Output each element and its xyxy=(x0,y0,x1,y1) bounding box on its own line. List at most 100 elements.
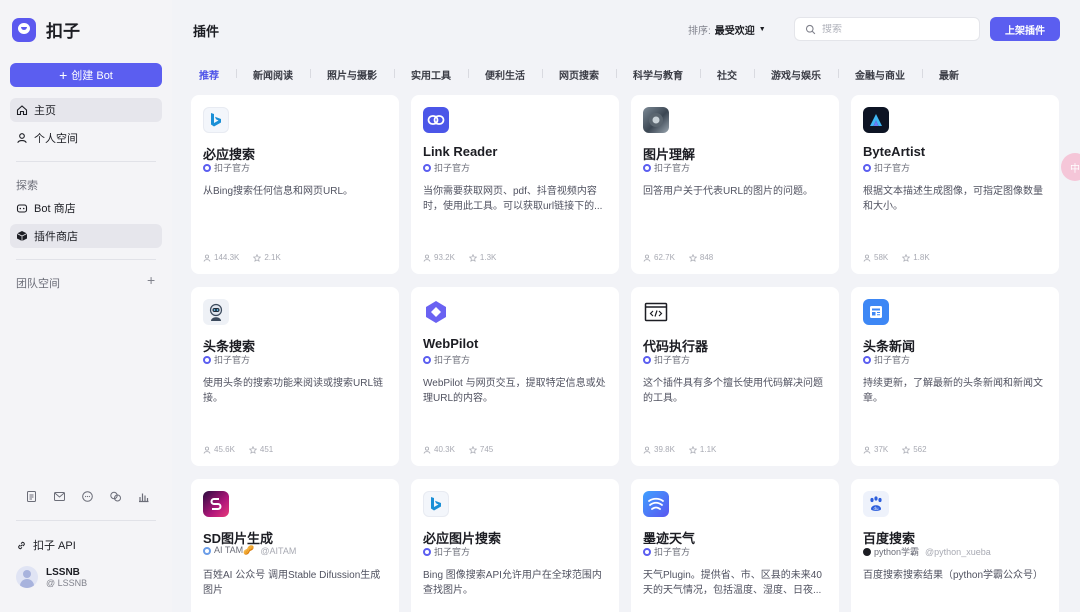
plugin-card[interactable]: 头条搜索 扣子官方 使用头条的搜索功能来阅读或搜索URL链接。 45.6K 45… xyxy=(191,287,399,466)
card-title: WebPilot xyxy=(423,336,479,351)
card-author: 扣子官方 xyxy=(863,353,910,366)
logo[interactable]: 扣子 xyxy=(12,17,80,42)
tab-lifestyle[interactable]: 便利生活 xyxy=(468,67,542,82)
plugin-card[interactable]: 必应搜索 扣子官方 从Bing搜索任何信息和网页URL。 144.3K 2.1K xyxy=(191,95,399,274)
sort-dropdown[interactable]: 排序: 最受欢迎 ▼ xyxy=(688,22,766,37)
sidebar-item-plugin-store[interactable]: 插件商店 xyxy=(10,224,162,248)
logo-text: 扣子 xyxy=(46,22,80,41)
user-profile[interactable]: LSSNB @ LSSNB xyxy=(16,566,87,588)
bing-icon xyxy=(203,107,229,133)
star-icon xyxy=(248,445,257,454)
plugin-card[interactable]: 代码执行器 扣子官方 这个插件具有多个擅长使用代码解决问题的工具。 39.8K … xyxy=(631,287,839,466)
plugin-card[interactable]: 墨迹天气 扣子官方 天气Plugin。提供省、市、区县的未来40天的天气情况，包… xyxy=(631,479,839,612)
card-author: 扣子官方 xyxy=(203,161,250,174)
plugin-card[interactable]: ByteArtist 扣子官方 根据文本描述生成图像，可指定图像数量和大小。 5… xyxy=(851,95,1059,274)
card-author: python学霸 @python_xueba xyxy=(863,545,991,558)
author-name: 扣子官方 xyxy=(434,355,471,365)
card-description: Bing 图像搜索API允许用户在全球范围内查找图片。 xyxy=(423,570,602,596)
plugin-card[interactable]: WebPilot 扣子官方 WebPilot 与网页交互，提取特定信息或处理UR… xyxy=(411,287,619,466)
card-author: 扣子官方 xyxy=(643,161,690,174)
community-icon[interactable] xyxy=(109,490,122,503)
divider xyxy=(16,259,156,260)
card-author: 扣子官方 xyxy=(863,161,910,174)
sort-value: 最受欢迎 xyxy=(714,26,755,37)
sidebar-item-label: Bot 商店 xyxy=(34,203,76,215)
sidebar-item-home[interactable]: 主页 xyxy=(10,98,162,122)
tab-utilities[interactable]: 实用工具 xyxy=(394,67,468,82)
tab-photo[interactable]: 照片与摄影 xyxy=(310,67,394,82)
star-icon xyxy=(468,253,477,262)
verified-icon xyxy=(863,163,871,172)
sidebar-item-bot-store[interactable]: Bot 商店 xyxy=(10,196,162,220)
author-name: 扣子官方 xyxy=(874,163,911,173)
author-handle: @AITAM xyxy=(260,545,297,556)
user-count-icon xyxy=(643,254,651,262)
divider xyxy=(16,520,156,521)
search-input[interactable] xyxy=(822,23,962,35)
tab-science[interactable]: 科学与教育 xyxy=(616,67,700,82)
card-stats: 45.6K 451 xyxy=(203,445,273,454)
card-author: AI TAM🥜 @AITAM xyxy=(203,545,296,556)
author-avatar-icon xyxy=(203,546,211,555)
author-name: 扣子官方 xyxy=(654,355,691,365)
logo-icon xyxy=(12,17,36,42)
image-understanding-icon xyxy=(643,107,669,133)
publish-plugin-button[interactable]: 上架插件 xyxy=(990,17,1060,41)
search-box[interactable] xyxy=(794,17,980,41)
moji-weather-icon xyxy=(643,491,669,517)
tab-web-search[interactable]: 网页搜索 xyxy=(542,67,616,82)
verified-icon xyxy=(423,163,431,172)
plugin-card[interactable]: 必应图片搜索 扣子官方 Bing 图像搜索API允许用户在全球范围内查找图片。 xyxy=(411,479,619,612)
user-count: 144.3K xyxy=(214,253,240,262)
card-stats: 39.8K 1.1K xyxy=(643,445,716,454)
plugin-card[interactable]: SD图片生成 AI TAM🥜 @AITAM 百姓AI 公众号 调用Stable D… xyxy=(191,479,399,612)
sort-label: 排序: xyxy=(688,26,711,37)
add-team-icon[interactable]: + xyxy=(147,272,155,288)
plugin-card[interactable]: Link Reader 扣子官方 当你需要获取网页、pdf、抖音视频内容时，使用… xyxy=(411,95,619,274)
newspaper-icon xyxy=(863,299,889,325)
mail-icon[interactable] xyxy=(53,490,66,503)
sidebar: 扣子 + 创建 Bot 主页 个人空间 探索 Bot 商店 插件商店 团队空间 … xyxy=(0,0,172,612)
author-name: 扣子官方 xyxy=(214,355,251,365)
sidebar-footer-icons xyxy=(25,490,150,503)
user-count-icon xyxy=(863,254,871,262)
tab-news[interactable]: 新闻阅读 xyxy=(236,67,310,82)
chat-icon[interactable] xyxy=(81,490,94,503)
tab-games[interactable]: 游戏与娱乐 xyxy=(754,67,838,82)
card-description: 当你需要获取网页、pdf、抖音视频内容时，使用此工具。可以获取url链接下的..… xyxy=(423,186,603,212)
card-author: 扣子官方 xyxy=(423,545,470,558)
card-description: 根据文本描述生成图像，可指定图像数量和大小。 xyxy=(863,186,1043,212)
user-count: 62.7K xyxy=(654,253,675,262)
api-link[interactable]: 扣子 API xyxy=(16,537,76,553)
code-executor-icon xyxy=(643,299,669,325)
user-count: 58K xyxy=(874,253,889,262)
api-label: 扣子 API xyxy=(33,540,76,552)
create-bot-button[interactable]: + 创建 Bot xyxy=(10,63,162,87)
document-icon[interactable] xyxy=(25,490,38,503)
user-count-icon xyxy=(203,446,211,454)
plugin-card[interactable]: du 百度搜索 python学霸 @python_xueba 百度搜索搜索结果（p… xyxy=(851,479,1059,612)
sidebar-item-personal[interactable]: 个人空间 xyxy=(10,126,162,150)
verified-icon xyxy=(203,163,211,172)
baidu-paw-icon: du xyxy=(863,491,889,517)
card-title: Link Reader xyxy=(423,144,498,159)
plugin-card[interactable]: 图片理解 扣子官方 回答用户关于代表URL的图片的问题。 62.7K 848 xyxy=(631,95,839,274)
verified-icon xyxy=(423,355,431,364)
tab-recommended[interactable]: 推荐 xyxy=(199,67,236,82)
card-title: ByteArtist xyxy=(863,144,926,159)
divider xyxy=(16,161,156,162)
plugin-card[interactable]: 头条新闻 扣子官方 持续更新，了解最新的头条新闻和新闻文章。 37K 562 xyxy=(851,287,1059,466)
chart-icon[interactable] xyxy=(137,490,150,503)
star-icon xyxy=(468,445,477,454)
tab-latest[interactable]: 最新 xyxy=(922,67,976,82)
sidebar-item-label: 主页 xyxy=(34,105,56,117)
author-avatar-icon xyxy=(863,547,871,556)
card-stats: 37K 562 xyxy=(863,445,927,454)
card-stats: 40.3K 745 xyxy=(423,445,493,454)
floating-assistant-button[interactable] xyxy=(1061,153,1080,181)
author-name: python学霸 xyxy=(874,547,920,557)
sd-image-icon xyxy=(203,491,229,517)
user-count: 93.2K xyxy=(434,253,455,262)
tab-social[interactable]: 社交 xyxy=(700,67,754,82)
tab-finance[interactable]: 金融与商业 xyxy=(838,67,922,82)
